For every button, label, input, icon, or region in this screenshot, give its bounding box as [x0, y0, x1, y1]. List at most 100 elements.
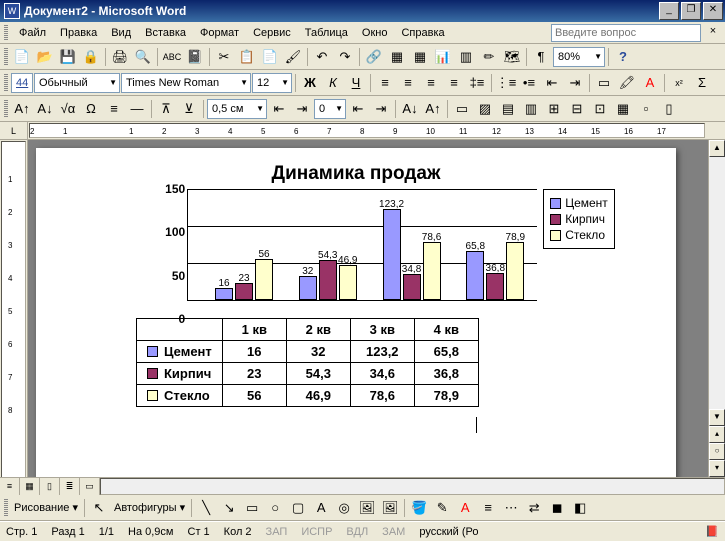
help-button[interactable]: ? [612, 46, 634, 68]
scroll-track[interactable] [709, 157, 725, 409]
menu-table[interactable]: Таблица [298, 25, 355, 41]
grip-handle[interactable] [4, 25, 8, 41]
borders-button[interactable]: ▭ [593, 72, 615, 94]
format-painter-button[interactable]: 🖌 [282, 46, 304, 68]
status-lang[interactable]: русский (Ро [419, 526, 478, 538]
tables-borders-button[interactable]: ▦ [386, 46, 408, 68]
vertical-scrollbar[interactable]: ▲ ▼ ▴ ○ ▾ [708, 140, 725, 477]
line-color-button[interactable]: ✎ [431, 497, 453, 519]
ruler-horizontal[interactable]: 211234567891011121314151617 [29, 123, 705, 138]
rectangle-button[interactable]: ▭ [241, 497, 263, 519]
shrink-font-button[interactable]: A↓ [34, 98, 56, 120]
font-combo[interactable]: Times New Roman▼ [121, 73, 251, 93]
prev-page-button[interactable]: ▴ [709, 426, 725, 443]
diagram-button[interactable]: ◎ [333, 497, 355, 519]
merge-btn[interactable]: ⊞ [543, 98, 565, 120]
para-before-button[interactable]: ⊼ [155, 98, 177, 120]
3d-button[interactable]: ◧ [569, 497, 591, 519]
drawing-button[interactable]: ✏ [478, 46, 500, 68]
grip-handle[interactable] [4, 48, 8, 66]
browse-object-button[interactable]: ○ [709, 443, 725, 460]
spellcheck-button[interactable]: ABC [161, 46, 183, 68]
ruler-vertical[interactable]: 12345678 [0, 140, 28, 477]
save-button[interactable]: 💾 [57, 46, 79, 68]
dec-indent-button[interactable]: ⇤ [541, 72, 563, 94]
scroll-up-button[interactable]: ▲ [709, 140, 725, 157]
columns-button[interactable]: ▥ [455, 46, 477, 68]
doc-close-button[interactable]: × [705, 25, 721, 41]
symbol-button[interactable]: Ω [80, 98, 102, 120]
align-left-button[interactable]: ≡ [374, 72, 396, 94]
align-center-button[interactable]: ≡ [397, 72, 419, 94]
menu-file[interactable]: Файл [12, 25, 53, 41]
new-doc-button[interactable]: 📄 [11, 46, 33, 68]
align-right-button[interactable]: ≡ [420, 72, 442, 94]
paste-button[interactable]: 📄 [259, 46, 281, 68]
menu-view[interactable]: Вид [104, 25, 138, 41]
status-spell-icon[interactable]: 📕 [705, 525, 719, 538]
arrow-style-button[interactable]: ⇄ [523, 497, 545, 519]
insert-col-btn[interactable]: ▥ [520, 98, 542, 120]
dash-style-button[interactable]: ⋯ [500, 497, 522, 519]
select-objects-button[interactable]: ↖ [88, 497, 110, 519]
status-rec[interactable]: ЗАП [266, 526, 288, 538]
normal-view-button[interactable]: ≡ [0, 478, 20, 495]
horizontal-scrollbar[interactable] [100, 478, 725, 495]
shading-btn[interactable]: ▨ [474, 98, 496, 120]
para-after-button[interactable]: ⊻ [178, 98, 200, 120]
textbox-button[interactable]: ▢ [287, 497, 309, 519]
status-ext[interactable]: ВДЛ [346, 526, 368, 538]
open-button[interactable]: 📂 [34, 46, 56, 68]
insert-row-btn[interactable]: ▤ [497, 98, 519, 120]
show-marks-button[interactable]: ¶ [530, 46, 552, 68]
numbering-button[interactable]: ⋮≡ [495, 72, 517, 94]
reading-view-button[interactable]: ▭ [80, 478, 100, 495]
help-search-input[interactable] [551, 24, 701, 42]
print-view-button[interactable]: ▯ [40, 478, 60, 495]
size-combo[interactable]: 12▼ [252, 73, 292, 93]
wordart-button[interactable]: A [310, 497, 332, 519]
page-container[interactable]: Динамика продаж 1623563254,346,9123,234,… [28, 140, 708, 477]
print-button[interactable]: 🖨 [109, 46, 131, 68]
close-button[interactable]: ✕ [703, 2, 723, 20]
inc-indent-button[interactable]: ⇥ [564, 72, 586, 94]
permissions-button[interactable]: 🔒 [80, 46, 102, 68]
status-ovr[interactable]: ЗАМ [382, 526, 405, 538]
zoom-combo[interactable]: 80%▼ [553, 47, 605, 67]
text-color-button[interactable]: A [454, 497, 476, 519]
grip-handle[interactable] [4, 100, 8, 118]
dec-right-indent[interactable]: ⇤ [347, 98, 369, 120]
excel-button[interactable]: 📊 [432, 46, 454, 68]
drawing-menu[interactable]: Рисование ▾ [11, 501, 81, 514]
formula-button[interactable]: √α [57, 98, 79, 120]
underline-button[interactable]: Ч [345, 72, 367, 94]
strike-button[interactable]: — [126, 98, 148, 120]
web-view-button[interactable]: ▦ [20, 478, 40, 495]
inc-right-indent[interactable]: ⇥ [370, 98, 392, 120]
clipart-button[interactable]: 🖼 [356, 497, 378, 519]
preview-button[interactable]: 🔍 [132, 46, 154, 68]
menu-tools[interactable]: Сервис [246, 25, 298, 41]
autofit-btn[interactable]: ⊡ [589, 98, 611, 120]
bullets-button[interactable]: •≡ [518, 72, 540, 94]
grip-handle[interactable] [4, 74, 8, 92]
style-indicator[interactable]: 44 [11, 73, 33, 93]
menu-window[interactable]: Окно [355, 25, 395, 41]
dec-left-indent[interactable]: ⇤ [268, 98, 290, 120]
grow-font-button[interactable]: A↑ [11, 98, 33, 120]
ruler-corner[interactable]: L [0, 122, 28, 139]
show-hide-button[interactable]: ≡ [103, 98, 125, 120]
line-spacing-button[interactable]: ‡≡ [466, 72, 488, 94]
fill-color-button[interactable]: 🪣 [408, 497, 430, 519]
next-page-button[interactable]: ▾ [709, 460, 725, 477]
font-color-button[interactable]: A [639, 72, 661, 94]
shadow-button[interactable]: ◼ [546, 497, 568, 519]
status-trk[interactable]: ИСПР [301, 526, 332, 538]
menu-help[interactable]: Справка [394, 25, 451, 41]
italic-button[interactable]: К [322, 72, 344, 94]
menu-edit[interactable]: Правка [53, 25, 104, 41]
line-button[interactable]: ╲ [195, 497, 217, 519]
bold-button[interactable]: Ж [299, 72, 321, 94]
cut-button[interactable]: ✂ [213, 46, 235, 68]
gridlines-btn[interactable]: ▦ [612, 98, 634, 120]
